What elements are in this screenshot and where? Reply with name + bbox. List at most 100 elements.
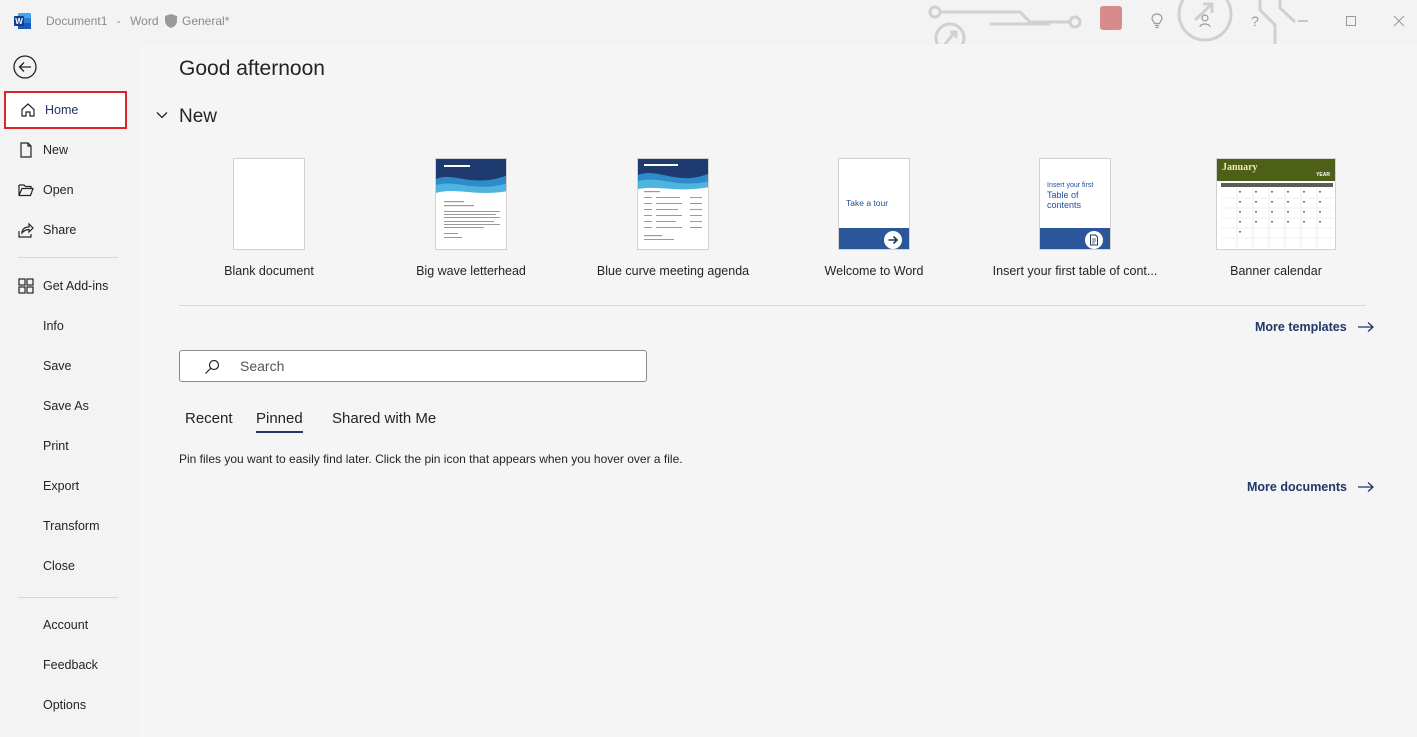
template-name: Blue curve meeting agenda: [596, 264, 750, 278]
shield-icon[interactable]: [163, 13, 179, 29]
add-ins-icon: [16, 276, 36, 296]
title-separator: -: [116, 14, 121, 28]
home-page: Good afternoon New Blank document Big wa…: [139, 44, 1417, 737]
minimize-button[interactable]: [1292, 10, 1314, 32]
nav-item-open[interactable]: Open: [4, 171, 127, 209]
back-arrow-icon[interactable]: [12, 54, 38, 80]
document-name: Document1: [46, 14, 108, 28]
nav-item-save-as[interactable]: Save As: [4, 387, 127, 425]
more-templates-label: More templates: [1255, 320, 1347, 334]
more-templates-link[interactable]: More templates: [1255, 320, 1375, 334]
template-banner-calendar[interactable]: January YEAR Banner calendar: [1176, 158, 1376, 278]
calendar-month: January: [1222, 162, 1258, 173]
arrow-right-icon: [1358, 482, 1374, 492]
help-icon[interactable]: ?: [1244, 10, 1266, 32]
app-name: Word: [130, 14, 159, 28]
nav-item-label: Open: [43, 183, 74, 197]
template-thumbnail: [435, 158, 507, 250]
template-blank-document[interactable]: Blank document: [169, 158, 369, 278]
calendar-year: YEAR: [1316, 172, 1330, 178]
arrow-right-icon: [884, 231, 902, 249]
nav-item-label: Transform: [43, 519, 100, 533]
nav-item-transform[interactable]: Transform: [4, 507, 127, 545]
document-title: Document1 - Word: [46, 14, 165, 28]
nav-item-share[interactable]: Share: [4, 211, 127, 249]
sensitivity-label[interactable]: General*: [182, 14, 229, 28]
share-icon: [16, 220, 36, 240]
nav-item-label: Share: [43, 223, 77, 237]
nav-item-save[interactable]: Save: [4, 347, 127, 385]
tab-recent[interactable]: Recent: [185, 410, 233, 431]
template-table-of-contents[interactable]: Insert your first Table of contents Inse…: [975, 158, 1175, 278]
template-big-wave-letterhead[interactable]: Big wave letterhead: [371, 158, 571, 278]
template-name: Banner calendar: [1230, 264, 1322, 278]
nav-item-new[interactable]: New: [4, 131, 127, 169]
help-label: ?: [1251, 13, 1259, 29]
tab-shared-with-me[interactable]: Shared with Me: [332, 410, 436, 431]
lightbulb-icon[interactable]: [1146, 10, 1168, 32]
thumbnail-text-big: Table of contents: [1047, 190, 1082, 210]
search-icon: [205, 359, 220, 374]
nav-item-options[interactable]: Options: [4, 686, 127, 724]
template-name: Insert your first table of cont...: [992, 264, 1158, 278]
template-name: Blank document: [224, 264, 314, 278]
template-thumbnail: Insert your first Table of contents: [1039, 158, 1111, 250]
nav-item-feedback[interactable]: Feedback: [4, 646, 127, 684]
nav-item-label: New: [43, 143, 69, 157]
more-documents-label: More documents: [1247, 480, 1348, 494]
chevron-down-icon[interactable]: [155, 108, 169, 122]
nav-item-print[interactable]: Print: [4, 427, 127, 465]
titlebar-decoration: [928, 0, 1297, 44]
new-document-icon: [16, 140, 36, 160]
nav-item-label: Account: [43, 618, 89, 632]
nav-item-label: Get Add-ins: [43, 279, 109, 293]
nav-item-home[interactable]: Home: [4, 91, 127, 129]
nav-item-close[interactable]: Close: [4, 547, 127, 585]
pinned-empty-message: Pin files you want to easily find later.…: [179, 452, 683, 466]
template-name: Welcome to Word: [824, 264, 924, 278]
nav-item-export[interactable]: Export: [4, 467, 127, 505]
greeting-heading: Good afternoon: [179, 57, 325, 80]
nav-divider: [18, 597, 118, 598]
thumbnail-text-small: Insert your first: [1047, 182, 1094, 189]
svg-text:W: W: [15, 17, 23, 26]
thumbnail-text: Take a tour: [846, 198, 889, 208]
nav-item-label: Print: [43, 439, 69, 453]
document-icon: [1085, 231, 1103, 249]
template-thumbnail: [637, 158, 709, 250]
title-bar: W Document1 - Word General* ?: [0, 0, 1417, 44]
arrow-right-icon: [1357, 322, 1374, 332]
section-divider: [179, 305, 1366, 306]
calendar-grid: [1221, 188, 1333, 248]
nav-item-account[interactable]: Account: [4, 606, 127, 644]
template-welcome-to-word[interactable]: Take a tour Welcome to Word: [774, 158, 974, 278]
nav-item-label: Options: [43, 698, 87, 712]
search-input[interactable]: [240, 356, 630, 376]
nav-item-label: Feedback: [43, 658, 98, 672]
nav-item-label: Info: [43, 319, 64, 333]
template-blue-curve-meeting-agenda[interactable]: Blue curve meeting agenda: [573, 158, 773, 278]
nav-item-label: Save: [43, 359, 72, 373]
nav-item-label: Save As: [43, 399, 89, 413]
more-documents-link[interactable]: More documents: [1247, 480, 1375, 494]
home-icon: [18, 100, 38, 120]
tab-pinned[interactable]: Pinned: [256, 410, 303, 433]
template-thumbnail: Take a tour: [838, 158, 910, 250]
nav-item-label: Export: [43, 479, 80, 493]
calendar-weekday-header: [1221, 183, 1333, 187]
nav-divider: [18, 257, 118, 258]
word-app-icon: W: [14, 13, 31, 29]
nav-item-label: Close: [43, 559, 75, 573]
close-window-button[interactable]: [1388, 10, 1410, 32]
nav-item-label: Home: [45, 103, 79, 117]
search-box[interactable]: [179, 350, 647, 382]
maximize-button[interactable]: [1340, 10, 1362, 32]
nav-item-get-add-ins[interactable]: Get Add-ins: [4, 267, 127, 305]
open-folder-icon: [16, 180, 36, 200]
nav-item-info[interactable]: Info: [4, 307, 127, 345]
wave-letterhead-preview: [436, 159, 506, 238]
template-thumbnail: January YEAR: [1216, 158, 1336, 250]
new-section-title: New: [179, 106, 218, 127]
template-name: Big wave letterhead: [416, 264, 526, 278]
coauthor-icon[interactable]: [1196, 10, 1218, 32]
